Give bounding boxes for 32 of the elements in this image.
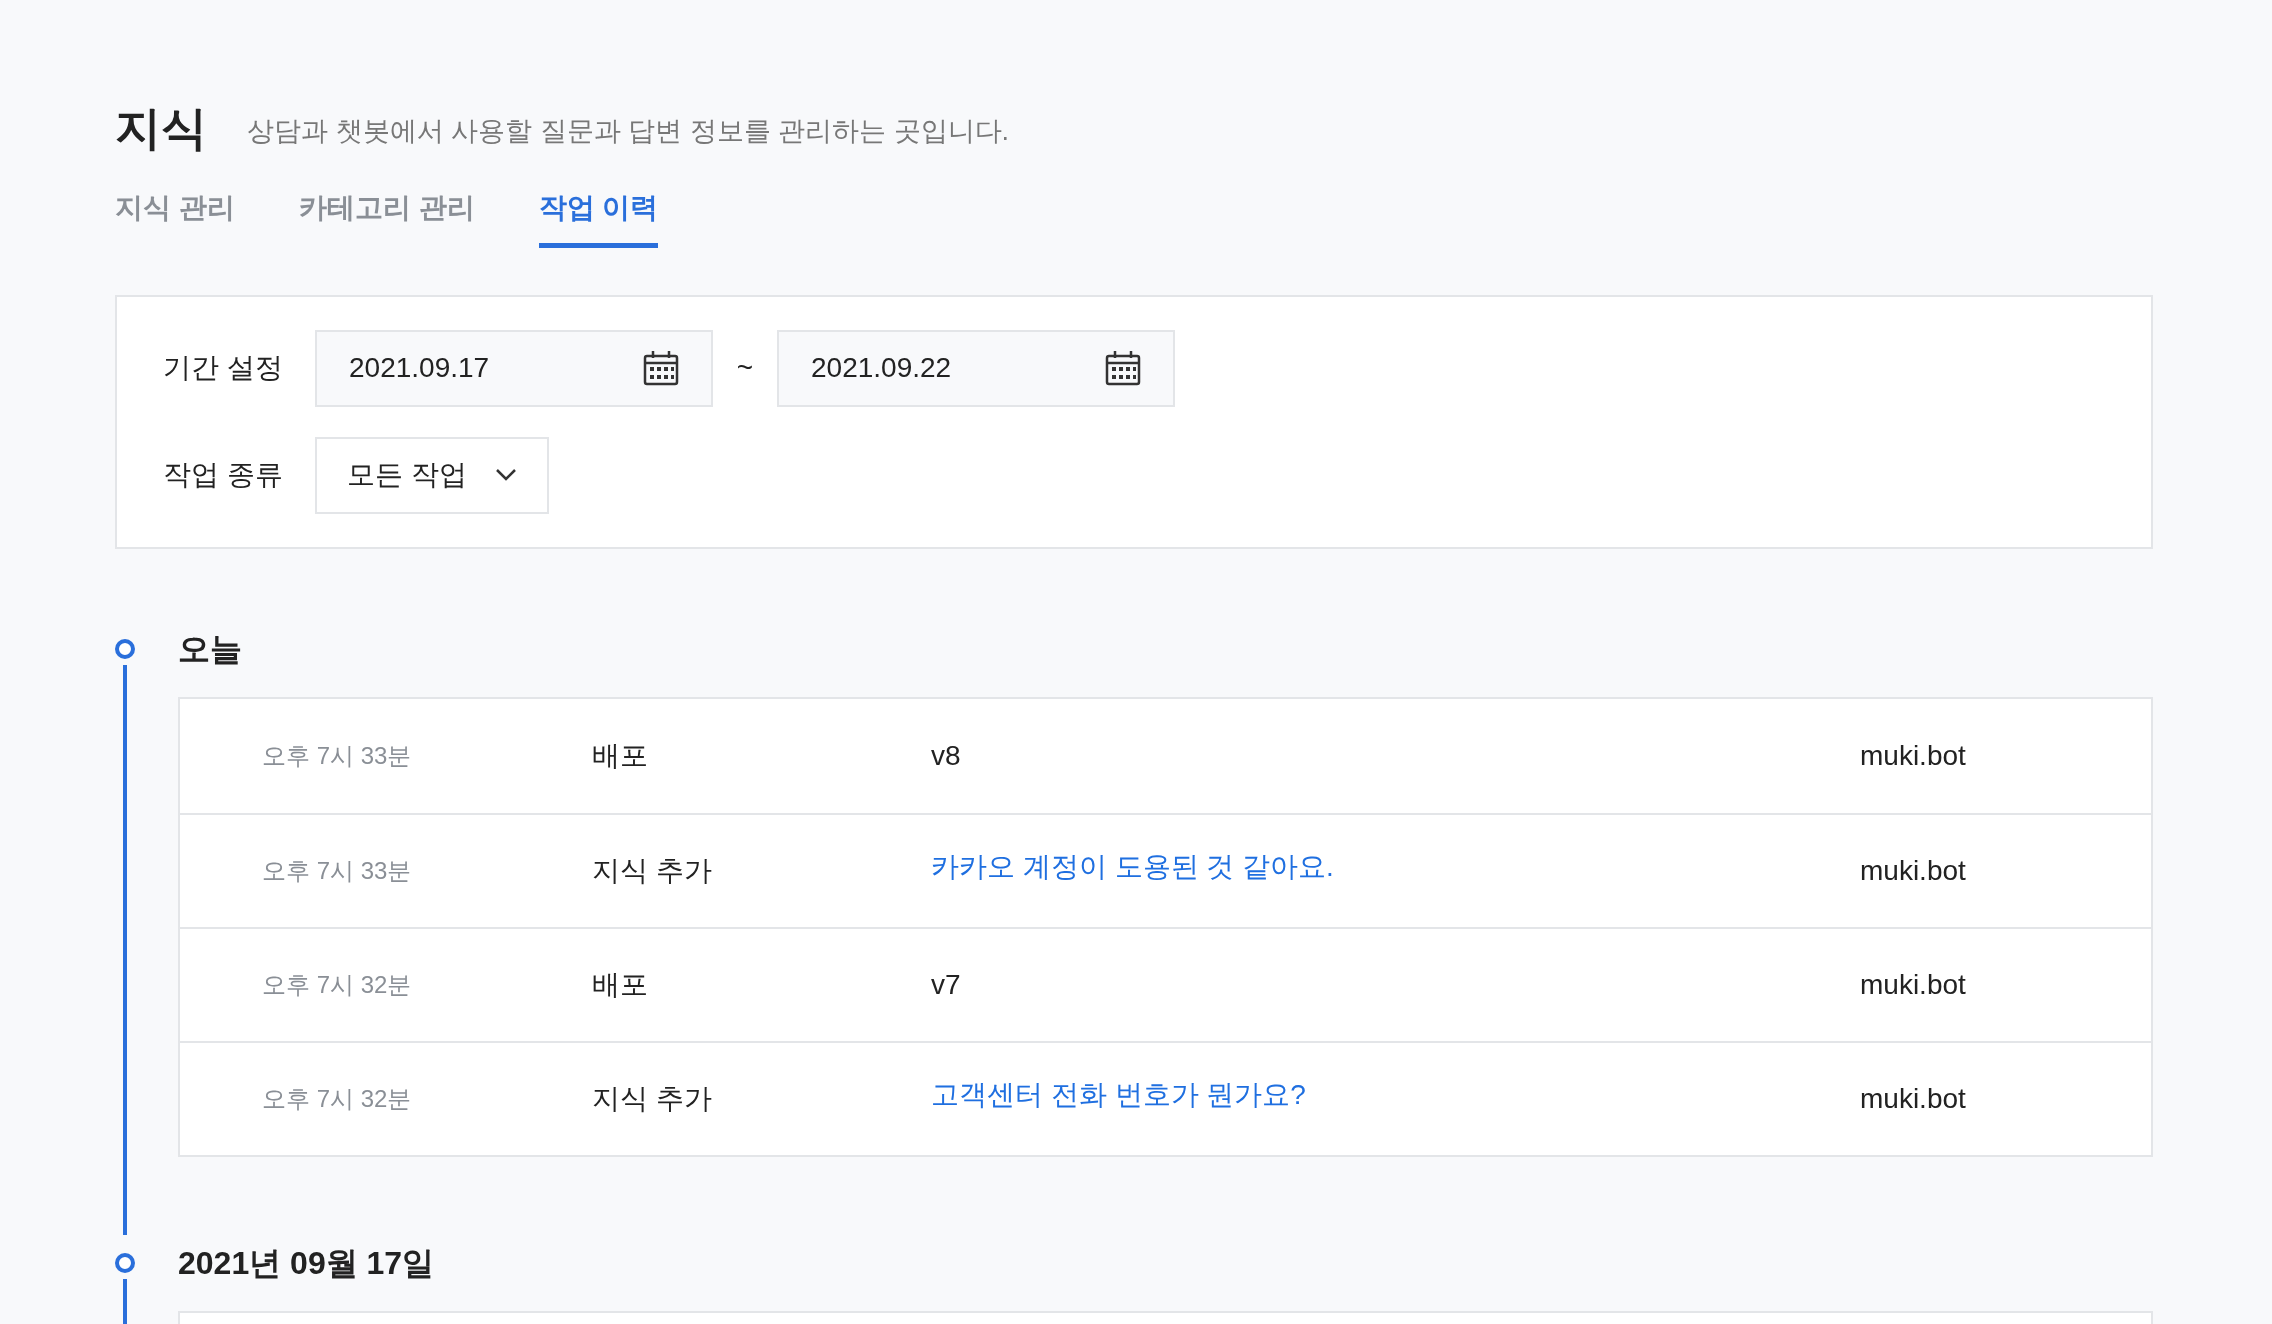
author-text: muki.bot [1860,1081,1966,1116]
time-text: 오후 7시 33분 [262,741,412,769]
time-text: 오후 7시 33분 [262,856,412,884]
page-description: 상담과 챗봇에서 사용할 질문과 답변 정보를 관리하는 곳입니다. [247,115,1009,148]
dropdown[interactable]: 모든 작업 [315,436,549,514]
tab[interactable]: 작업 이력 [538,186,659,248]
action-text: 지식 추가 [592,854,712,886]
page-title: 지식 [115,105,207,152]
date-heading: 오늘 [178,629,243,669]
date-field[interactable]: 2021.09.22 [777,329,1175,407]
action-text: 배포 [592,739,648,771]
tab[interactable]: 카테고리 관리 [298,186,475,248]
time-text: 오후 7시 32분 [262,970,412,998]
action-text: 배포 [592,968,648,1000]
range-separator: ~ [735,351,755,385]
chevron-down-icon [494,468,517,482]
author-text: muki.bot [1860,853,1966,888]
date-field[interactable]: 2021.09.17 [315,329,713,407]
tab[interactable]: 지식 관리 [115,186,235,248]
action-text: 지식 추가 [592,1082,712,1114]
author-text: muki.bot [1860,967,1966,1002]
version-text: v7 [931,968,961,1000]
time-text: 오후 7시 32분 [262,1084,412,1112]
knowledge-link[interactable]: 카카오 계정이 도용된 것 같아요. [931,845,1334,888]
calendar-icon[interactable] [1105,350,1141,386]
filter-label: 작업 종류 [163,458,284,492]
version-text: v8 [931,739,961,771]
filter-label: 기간 설정 [163,351,284,385]
date-heading: 2021년 09월 17일 [178,1243,436,1283]
knowledge-link[interactable]: 고객센터 전화 번호가 뭔가요? [931,1073,1306,1116]
author-text: muki.bot [1860,738,1966,773]
calendar-icon[interactable] [643,350,679,386]
